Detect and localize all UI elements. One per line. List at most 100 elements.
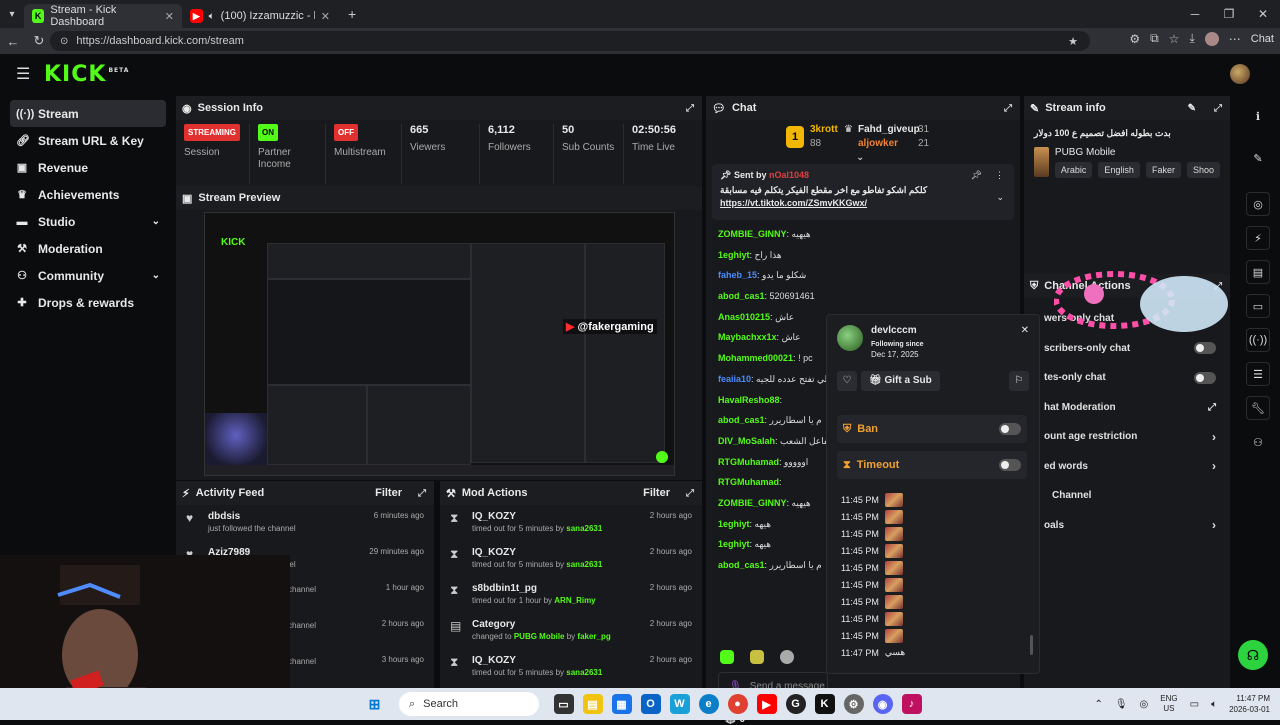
gift-sub-button[interactable]: 🎁︎ Gift a Sub: [861, 371, 940, 391]
settings-icon[interactable]: ⚙: [843, 694, 864, 714]
server-icon[interactable]: ☰: [1246, 362, 1270, 386]
tag-pill[interactable]: Arabic: [1054, 162, 1093, 178]
chat-username[interactable]: HavalResho88: [718, 395, 780, 405]
emotes-only-toggle[interactable]: [1194, 371, 1216, 384]
support-headset-icon[interactable]: ☊: [1238, 640, 1268, 670]
maximize-icon[interactable]: ❐: [1212, 0, 1246, 28]
extensions-icon[interactable]: ⚙: [1129, 32, 1140, 46]
tab-youtube[interactable]: ▶ 🔈︎ (100) Izzamuzzic - line (Tiktok ✕: [182, 4, 338, 28]
chevron-right-icon[interactable]: ›: [1212, 430, 1216, 444]
sidebar-item-stream-url[interactable]: 🔗︎ Stream URL & Key: [10, 127, 166, 154]
filter-button[interactable]: Filter: [643, 487, 670, 499]
chat-username[interactable]: 1eghiyt: [718, 519, 750, 529]
edit-icon[interactable]: ✎: [1188, 103, 1196, 114]
chat-username[interactable]: ZOMBIE_GINNY: [718, 229, 787, 239]
user-card-name[interactable]: devlcccm: [871, 325, 917, 336]
sidebar-item-stream[interactable]: ((·)) Stream: [10, 100, 166, 127]
lightning-icon[interactable]: ⚡︎: [1246, 226, 1270, 250]
chat-username[interactable]: 1eghiyt: [718, 539, 750, 549]
file-explorer-icon[interactable]: ▤: [582, 694, 603, 714]
chat-username[interactable]: RTGMuhamad: [718, 477, 779, 487]
leader-name[interactable]: aljowker: [858, 138, 898, 149]
chrome-icon[interactable]: ●: [727, 694, 748, 714]
mod-by[interactable]: sana2631: [566, 524, 602, 533]
refresh-icon[interactable]: ↻: [26, 33, 52, 49]
pinned-sender[interactable]: nOal1048: [769, 170, 809, 180]
menu-icon[interactable]: ☰: [16, 64, 30, 84]
channel-action-row[interactable]: tes-only chat: [1024, 363, 1230, 393]
chat-username[interactable]: faheb_15: [718, 270, 757, 280]
stream-category[interactable]: PUBG Mobile: [1055, 147, 1220, 158]
pencil-icon[interactable]: ✎: [1246, 146, 1270, 170]
split-screen-icon[interactable]: ⧉: [1150, 31, 1159, 46]
unpin-icon[interactable]: 📌︎: [971, 170, 982, 181]
chevron-down-icon[interactable]: ⌄: [996, 192, 1004, 203]
expand-icon[interactable]: ⤢: [1214, 103, 1222, 114]
language-indicator[interactable]: ENG US: [1160, 694, 1177, 714]
channel-action-row[interactable]: ed words ›: [1024, 452, 1230, 482]
expand-icon[interactable]: ⤢: [686, 488, 694, 499]
scrollbar[interactable]: [1030, 635, 1033, 655]
broadcast-icon[interactable]: ((·)): [1246, 328, 1270, 352]
chat-username[interactable]: abod_cas1: [718, 560, 765, 570]
mod-by[interactable]: sana2631: [566, 560, 602, 569]
chat-username[interactable]: feaiia10: [718, 374, 751, 384]
subscribers-only-toggle[interactable]: [1194, 342, 1216, 355]
sidebar-item-moderation[interactable]: ⚒ Moderation: [10, 235, 166, 262]
close-icon[interactable]: ✕: [1021, 325, 1029, 336]
chevron-right-icon[interactable]: ›: [1212, 518, 1216, 532]
outlook-icon[interactable]: O: [640, 694, 661, 714]
leader-name[interactable]: Fahd_giveup: [858, 124, 920, 135]
chat-username[interactable]: 1eghiyt: [718, 250, 750, 260]
task-view-icon[interactable]: ▭: [553, 694, 574, 714]
taskbar-search[interactable]: ⌕ Search: [399, 692, 539, 716]
tray-chevron-icon[interactable]: ⌃: [1094, 699, 1102, 710]
edge-icon[interactable]: e: [698, 694, 719, 714]
sidebar-item-achievements[interactable]: ♛ Achievements: [10, 181, 166, 208]
channel-action-row[interactable]: ount age restriction ›: [1024, 422, 1230, 452]
chevron-right-icon[interactable]: ›: [1212, 459, 1216, 473]
copilot-chat-button[interactable]: Chat: [1251, 33, 1274, 45]
camera-icon[interactable]: ◎: [1246, 192, 1270, 216]
sidebar-item-revenue[interactable]: ▣ Revenue: [10, 154, 166, 181]
more-icon[interactable]: ⋯: [1229, 32, 1241, 46]
community-icon[interactable]: ⚇: [1246, 430, 1270, 454]
monitor-icon[interactable]: ▭: [1246, 294, 1270, 318]
tab-kick-dashboard[interactable]: K Stream - Kick Dashboard ✕: [24, 4, 182, 28]
channel-action-row[interactable]: hat Moderation ⤢: [1024, 393, 1230, 423]
chat-username[interactable]: abod_cas1: [718, 415, 765, 425]
user-avatar[interactable]: [1230, 64, 1250, 84]
close-tab-icon[interactable]: ✕: [165, 10, 174, 23]
favorites-icon[interactable]: ☆: [1169, 32, 1180, 46]
windows-start-icon[interactable]: ⊞: [365, 694, 385, 714]
sidebar-item-studio[interactable]: ▬ Studio ⌄: [10, 208, 166, 235]
capcut-icon[interactable]: G: [785, 694, 806, 714]
mod-by[interactable]: sana2631: [566, 668, 602, 677]
wrench-icon[interactable]: 🔧︎: [1246, 396, 1270, 420]
collapse-icon[interactable]: ⌄: [856, 152, 864, 163]
expand-icon[interactable]: ⤢: [418, 488, 426, 499]
tag-pill[interactable]: English: [1098, 162, 1140, 178]
expand-icon[interactable]: ⤢: [686, 103, 694, 114]
sidebar-item-community[interactable]: ⚇ Community ⌄: [10, 262, 166, 289]
store-icon[interactable]: ▦: [611, 694, 632, 714]
discord-icon[interactable]: ◉: [872, 694, 893, 714]
sidebar-item-drops[interactable]: ✚ Drops & rewards: [10, 289, 166, 316]
chat-username[interactable]: Anas010215: [718, 312, 770, 322]
kick-logo[interactable]: KICK BETA: [44, 62, 129, 87]
filter-button[interactable]: Filter: [375, 487, 402, 499]
mod-by[interactable]: ARN_Rimy: [554, 596, 595, 605]
chat-username[interactable]: RTGMuhamad: [718, 457, 779, 467]
emote-icon[interactable]: [780, 650, 794, 664]
chat-username[interactable]: abod_cas1: [718, 291, 765, 301]
new-tab-icon[interactable]: +: [348, 6, 356, 22]
tiktok-icon[interactable]: ♪: [901, 694, 922, 714]
tag-pill[interactable]: Faker: [1145, 162, 1181, 178]
youtube-icon[interactable]: ▶: [756, 694, 777, 714]
profile-avatar[interactable]: [1204, 31, 1219, 46]
close-window-icon[interactable]: ✕: [1246, 0, 1280, 28]
tag-pill[interactable]: Shoo: [1186, 162, 1220, 178]
mod-category[interactable]: PUBG Mobile: [514, 632, 565, 641]
leader-name[interactable]: 3krott: [810, 124, 838, 135]
chat-username[interactable]: DIV_MoSalah: [718, 436, 775, 446]
